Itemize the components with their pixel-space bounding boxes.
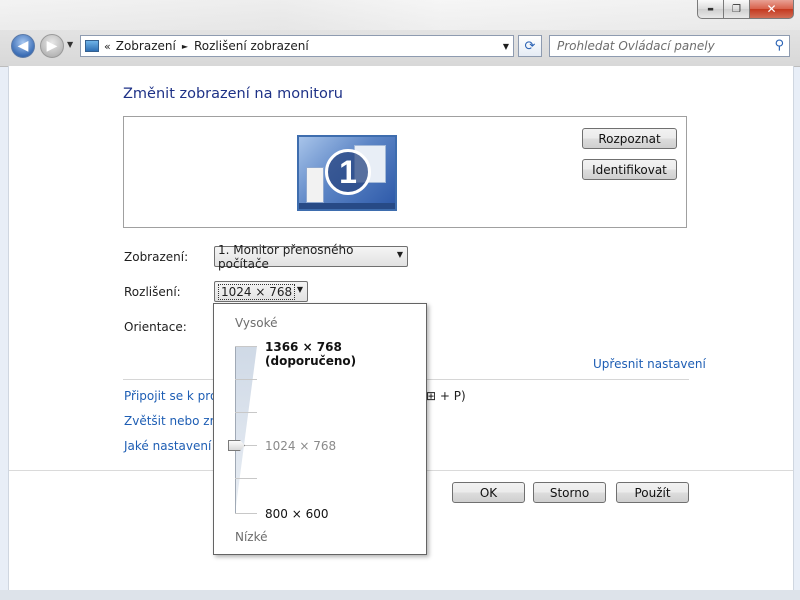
projector-hotkey-hint: ⊞ + P) — [426, 389, 466, 403]
resolution-select[interactable]: 1024 × 768 ▼ — [214, 281, 308, 302]
minimize-icon: ▬ — [707, 5, 714, 13]
monitor-window-graphic — [306, 167, 324, 203]
maximize-button[interactable]: ❐ — [724, 0, 750, 19]
identify-button[interactable]: Identifikovat — [582, 159, 677, 180]
detect-button-label: Rozpoznat — [598, 131, 661, 146]
chevron-down-icon: ▼ — [396, 250, 403, 259]
resolution-slider-popup: Vysoké 1366 × 768 (doporučeno) 1024 × 76… — [213, 303, 427, 555]
slider-tick — [235, 478, 257, 479]
breadcrumb-display[interactable]: Zobrazení — [116, 39, 176, 53]
display-select[interactable]: 1. Monitor přenosného počítače ▼ — [214, 243, 408, 271]
slider-tick — [235, 513, 257, 514]
chevron-down-icon: ▼ — [296, 285, 303, 294]
ok-button[interactable]: OK — [452, 482, 525, 503]
breadcrumb-separator-icon[interactable]: ► — [182, 42, 188, 51]
caption-buttons: ▬ ❐ ✕ — [697, 0, 794, 19]
resolution-option-1024[interactable]: 1024 × 768 — [265, 439, 336, 453]
page-title: Změnit zobrazení na monitoru — [123, 86, 343, 102]
monitor-1-icon[interactable]: 1 — [297, 135, 397, 211]
apply-button-label: Použít — [634, 485, 671, 500]
cancel-button-label: Storno — [549, 485, 590, 500]
close-button[interactable]: ✕ — [750, 0, 794, 19]
arrow-right-icon: ▶ — [46, 38, 58, 54]
refresh-icon: ⟳ — [524, 38, 536, 54]
address-dropdown-icon[interactable]: ▼ — [503, 42, 509, 51]
back-button[interactable]: ◀ — [11, 34, 35, 58]
high-label: Vysoké — [235, 316, 278, 330]
ok-button-label: OK — [479, 485, 498, 500]
breadcrumb-resolution[interactable]: Rozlišení zobrazení — [194, 39, 309, 53]
slider-tick — [235, 412, 257, 413]
search-placeholder: Prohledat Ovládací panely — [557, 39, 715, 53]
slider-tick — [235, 379, 257, 380]
resolution-option-1366[interactable]: 1366 × 768 (doporučeno) — [265, 340, 426, 368]
apply-button[interactable]: Použít — [616, 482, 689, 503]
display-select-value: 1. Monitor přenosného počítače — [218, 242, 354, 271]
resolution-option-800[interactable]: 800 × 600 — [265, 507, 329, 521]
window-bottom-frame — [0, 590, 800, 600]
forward-button[interactable]: ▶ — [40, 34, 64, 58]
close-icon: ✕ — [766, 2, 777, 16]
windows-key-icon: ⊞ — [426, 389, 440, 403]
monitor-number-badge: 1 — [325, 149, 371, 195]
low-label: Nízké — [235, 530, 268, 544]
chevron-down-icon: ▼ — [67, 40, 74, 49]
cancel-button[interactable]: Storno — [533, 482, 606, 503]
recent-pages-button[interactable]: ▼ — [67, 40, 73, 49]
projector-hotkey-text: + P) — [439, 389, 466, 403]
advanced-settings-link[interactable]: Upřesnit nastavení — [593, 357, 706, 371]
maximize-icon: ❐ — [732, 3, 741, 15]
identify-button-label: Identifikovat — [592, 162, 667, 177]
slider-track-wedge — [235, 346, 257, 514]
arrow-left-icon: ◀ — [17, 38, 29, 54]
orientation-label: Orientace: — [124, 320, 187, 334]
minimize-button[interactable]: ▬ — [697, 0, 724, 19]
refresh-button[interactable]: ⟳ — [518, 35, 542, 57]
search-input[interactable]: Prohledat Ovládací panely ⚲ — [549, 35, 790, 57]
search-icon[interactable]: ⚲ — [774, 38, 784, 53]
address-prefix[interactable]: « — [104, 40, 111, 53]
resolution-label: Rozlišení: — [124, 285, 181, 299]
monitor-panel: 1 Rozpoznat Identifikovat — [123, 116, 687, 228]
control-panel-icon — [85, 40, 99, 52]
which-settings-link[interactable]: Jaké nastavení m — [124, 439, 227, 453]
slider-track[interactable] — [235, 346, 236, 514]
detect-button[interactable]: Rozpoznat — [582, 128, 677, 149]
slider-tick — [235, 346, 257, 347]
display-label: Zobrazení: — [124, 250, 189, 264]
window-titlebar: ▬ ❐ ✕ ◀ ▶ ▼ « Zobrazení ► Rozlišení zobr… — [0, 0, 800, 67]
resolution-select-value: 1024 × 768 — [218, 283, 296, 300]
monitor-taskbar-graphic — [299, 203, 395, 209]
address-bar[interactable]: « Zobrazení ► Rozlišení zobrazení ▼ — [80, 35, 514, 57]
